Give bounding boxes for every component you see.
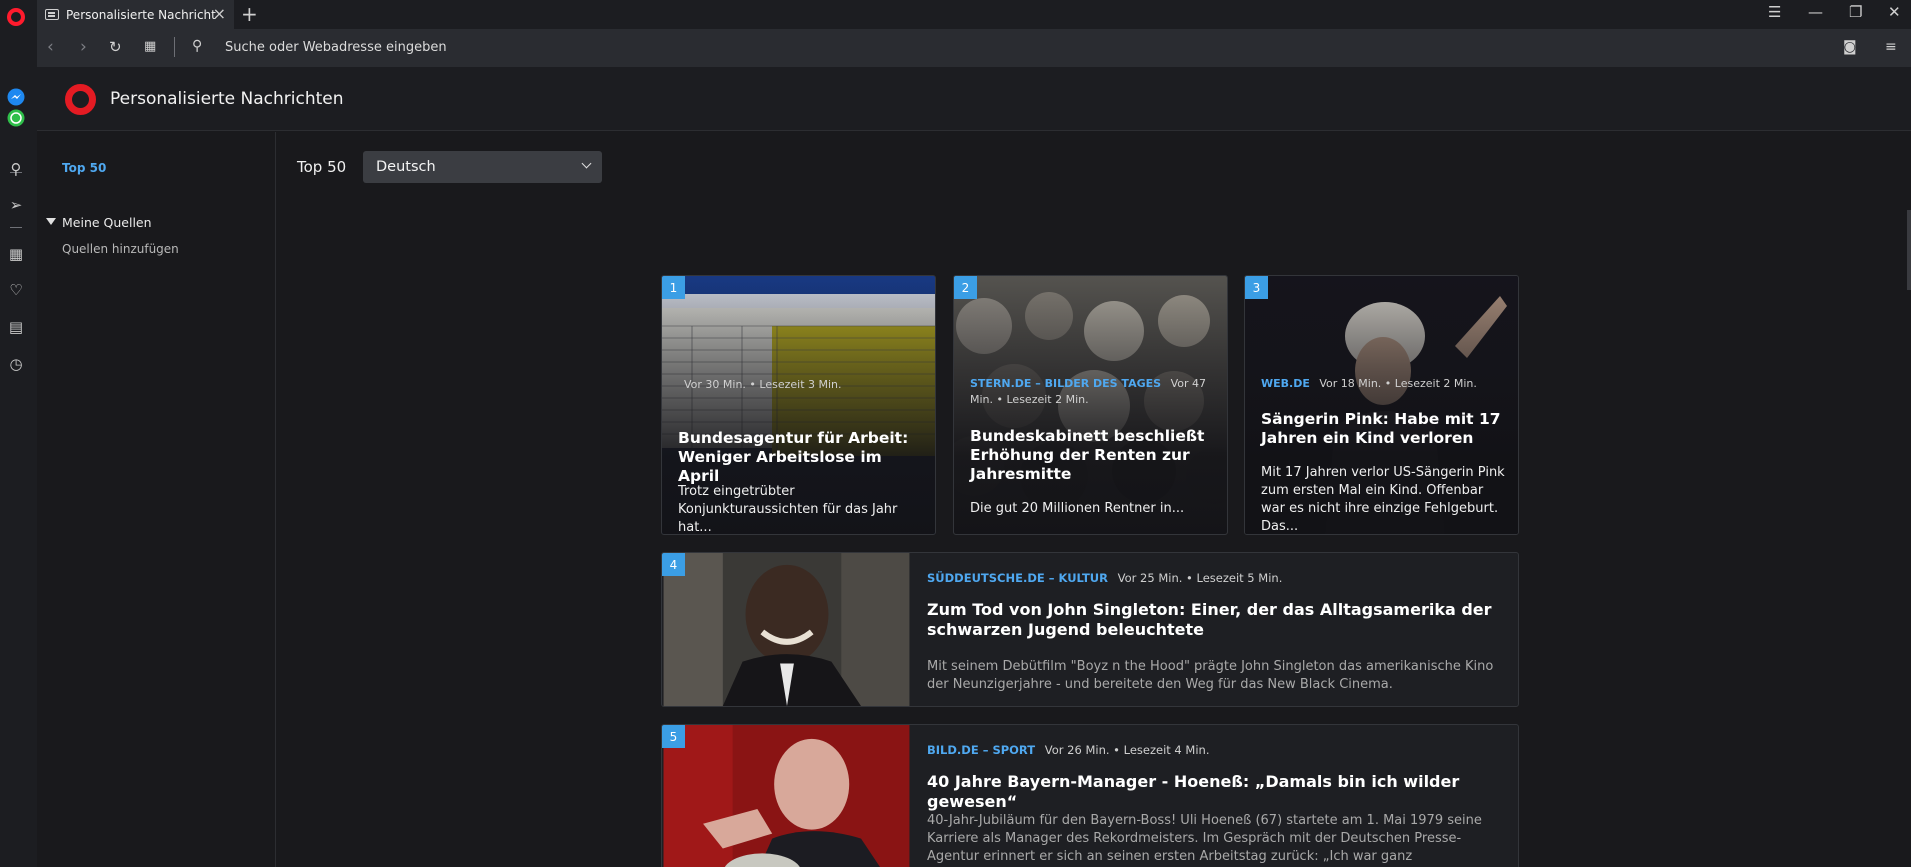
article-meta: Vor 30 Min. • Lesezeit 3 Min. — [678, 377, 928, 393]
window-close-icon[interactable]: ✕ — [1888, 3, 1901, 21]
tab-menu-icon[interactable]: ☰ — [1768, 3, 1781, 21]
article-card[interactable]: 2 STERN.DE – BILDER DES TAGES Vor 47 Min… — [953, 275, 1228, 535]
article-description: Trotz eingetrübter Konjunkturaussichten … — [678, 484, 898, 535]
nav-my-sources[interactable]: Meine Quellen — [62, 215, 152, 230]
article-time: Vor 18 Min. • Lesezeit 2 Min. — [1319, 377, 1477, 390]
article-description: Die gut 20 Millionen Rentner in... — [970, 501, 1185, 516]
address-input[interactable]: Suche oder Webadresse eingeben — [225, 40, 447, 55]
chevron-down-icon — [581, 158, 592, 169]
article-card[interactable]: 5 BILD.DE – SPORT Vor 26 Min. • Lesezeit… — [661, 724, 1519, 867]
article-meta: SÜDDEUTSCHE.DE – KULTUR Vor 25 Min. • Le… — [927, 571, 1282, 585]
rank-badge: 5 — [662, 725, 685, 748]
news-icon[interactable]: ▤ — [6, 317, 26, 337]
article-source[interactable]: SÜDDEUTSCHE.DE – KULTUR — [927, 571, 1108, 585]
rank-badge: 1 — [662, 276, 685, 299]
article-card[interactable]: 3 WEB.DE Vor 18 Min. • Lesezeit 2 Min. S… — [1244, 275, 1519, 535]
article-time: Vor 30 Min. • Lesezeit 3 Min. — [684, 378, 842, 391]
restore-icon[interactable]: ❐ — [1849, 3, 1862, 21]
opera-logo-icon[interactable] — [7, 8, 25, 26]
article-title[interactable]: Bundeskabinett beschließt Erhöhung der R… — [970, 427, 1215, 484]
article-title[interactable]: Bundesagentur für Arbeit: Weniger Arbeit… — [678, 429, 923, 486]
article-image — [663, 553, 910, 706]
whatsapp-icon[interactable] — [6, 108, 26, 128]
flow-send-icon[interactable]: ➢ — [6, 195, 26, 215]
search-icon[interactable]: ⚲ — [6, 159, 26, 179]
content-heading: Top 50 — [297, 158, 347, 176]
opera-sidebar: ⚲ ➢ ▦ ♡ ▤ ◷ — [0, 29, 37, 867]
nav-add-sources[interactable]: Quellen hinzufügen — [62, 242, 179, 256]
article-meta: BILD.DE – SPORT Vor 26 Min. • Lesezeit 4… — [927, 743, 1209, 757]
article-description: 40-Jahr-Jubiläum für den Bayern-Boss! Ul… — [927, 813, 1482, 864]
new-tab-icon[interactable]: + — [241, 2, 258, 26]
messenger-icon[interactable] — [6, 87, 26, 107]
speed-dial-icon[interactable]: ▦ — [144, 39, 156, 54]
separator — [174, 37, 175, 57]
article-card[interactable]: 4 SÜDDEUTSCHE.DE – KULTUR Vor 25 Min. • … — [661, 552, 1519, 707]
article-image — [663, 725, 910, 867]
article-meta: WEB.DE Vor 18 Min. • Lesezeit 2 Min. — [1261, 376, 1511, 392]
article-card[interactable]: 1 Vor 30 Min. • Lesezeit 3 Min. Bundesag… — [661, 275, 936, 535]
article-time: Vor 26 Min. • Lesezeit 4 Min. — [1044, 743, 1210, 757]
news-icon — [45, 9, 59, 20]
language-select-value: Deutsch — [376, 159, 436, 175]
page-title: Personalisierte Nachrichten — [110, 89, 344, 109]
triangle-down-icon[interactable] — [46, 218, 56, 225]
browser-tab[interactable]: Personalisierte Nachrichten × — [37, 0, 234, 29]
minimize-icon[interactable]: — — [1808, 3, 1823, 21]
article-meta: STERN.DE – BILDER DES TAGES Vor 47 Min. … — [970, 376, 1220, 408]
rank-badge: 3 — [1245, 276, 1268, 299]
search-icon: ⚲ — [192, 38, 203, 54]
language-select[interactable]: Deutsch — [363, 151, 602, 183]
scrollbar[interactable] — [1907, 210, 1911, 290]
sidebar-divider — [10, 227, 22, 228]
article-time: Vor 25 Min. • Lesezeit 5 Min. — [1117, 571, 1283, 585]
tab-title: Personalisierte Nachrichten — [66, 7, 216, 22]
opera-logo-icon — [65, 84, 96, 115]
article-source[interactable]: STERN.DE – BILDER DES TAGES — [970, 377, 1161, 390]
back-icon[interactable]: ‹ — [47, 37, 54, 57]
page-header: Personalisierte Nachrichten — [37, 67, 1911, 131]
article-title[interactable]: Zum Tod von John Singleton: Einer, der d… — [927, 600, 1497, 640]
address-bar: ‹ › ↻ ▦ ⚲ Suche oder Webadresse eingeben… — [37, 29, 1911, 67]
article-description: Mit seinem Debütfilm "Boyz n the Hood" p… — [927, 659, 1494, 692]
article-title[interactable]: Sängerin Pink: Habe mit 17 Jahren ein Ki… — [1261, 410, 1506, 448]
history-icon[interactable]: ◷ — [6, 354, 26, 374]
tab-close-icon[interactable]: × — [213, 4, 226, 23]
camera-icon[interactable]: ◙ — [1843, 39, 1857, 55]
nav-top50[interactable]: Top 50 — [62, 161, 106, 175]
rank-badge: 4 — [662, 553, 685, 576]
easy-setup-icon[interactable]: ≡ — [1885, 39, 1897, 55]
heart-icon[interactable]: ♡ — [6, 280, 26, 300]
tab-bar: Personalisierte Nachrichten × + ☰ — ❐ ✕ — [0, 0, 1911, 29]
article-title[interactable]: 40 Jahre Bayern-Manager - Hoeneß: „Damal… — [927, 772, 1497, 812]
article-source[interactable]: WEB.DE — [1261, 377, 1310, 390]
speed-dial-icon[interactable]: ▦ — [6, 244, 26, 264]
reload-icon[interactable]: ↻ — [109, 38, 122, 56]
article-description: Mit 17 Jahren verlor US-Sängerin Pink zu… — [1261, 465, 1505, 534]
news-navigation: Top 50 Meine Quellen Quellen hinzufügen — [37, 132, 276, 867]
rank-badge: 2 — [954, 276, 977, 299]
article-source[interactable]: BILD.DE – SPORT — [927, 743, 1035, 757]
forward-icon[interactable]: › — [80, 37, 87, 57]
